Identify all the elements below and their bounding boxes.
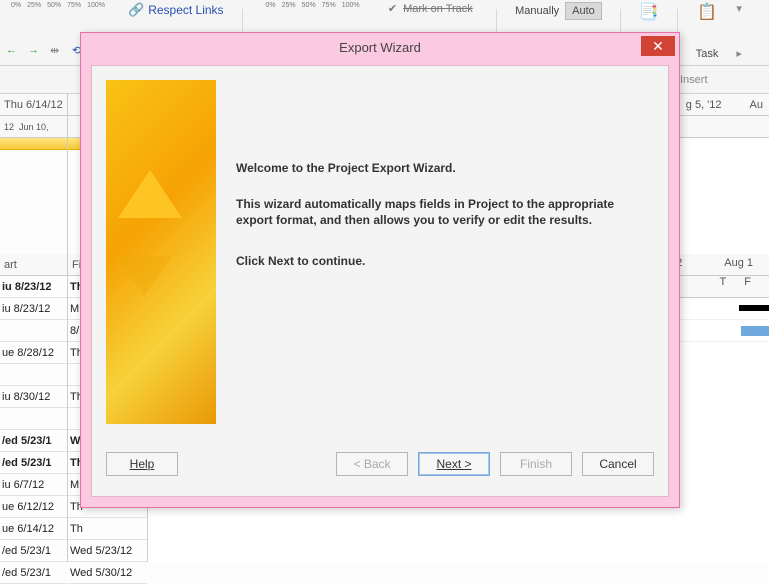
date-cell[interactable]: /ed 5/23/1 bbox=[0, 452, 67, 474]
arrow-right-icon[interactable]: → bbox=[28, 44, 44, 60]
more-group: ▾ ▸ bbox=[736, 2, 742, 60]
date-cell[interactable]: ue 8/28/12 bbox=[0, 342, 67, 364]
wizard-text: Welcome to the Project Export Wizard. Th… bbox=[236, 80, 654, 436]
chevron-right-icon[interactable]: ▸ bbox=[736, 47, 742, 60]
wizard-image bbox=[106, 80, 216, 424]
date-cell[interactable] bbox=[0, 320, 67, 342]
date-cell[interactable]: Wed 5/30/12 bbox=[68, 562, 147, 584]
close-icon: ✕ bbox=[652, 37, 664, 55]
dialog-body: Welcome to the Project Export Wizard. Th… bbox=[91, 65, 669, 497]
date-cell[interactable]: iu 8/23/12 bbox=[0, 276, 67, 298]
date-cell[interactable]: Wed 5/23/12 bbox=[68, 540, 147, 562]
wizard-description: This wizard automatically maps fields in… bbox=[236, 196, 654, 228]
help-button[interactable]: Help bbox=[106, 452, 178, 476]
date-cell[interactable]: iu 6/7/12 bbox=[0, 474, 67, 496]
next-button[interactable]: Next > bbox=[418, 452, 490, 476]
date-cell[interactable]: /ed 5/23/1 bbox=[0, 430, 67, 452]
date-cell[interactable]: /ed 5/23/1 bbox=[0, 540, 67, 562]
date-cell[interactable]: /ed 5/23/1 bbox=[0, 562, 67, 584]
date-cell[interactable]: iu 8/30/12 bbox=[0, 386, 67, 408]
chain-icon[interactable]: 🔗 bbox=[128, 2, 144, 18]
date-cell[interactable]: Th bbox=[68, 518, 147, 540]
auto-button[interactable]: Auto bbox=[565, 2, 602, 20]
chevron-down-icon[interactable]: ▾ bbox=[736, 2, 742, 15]
zoom-label: 0% bbox=[11, 2, 21, 9]
wizard-welcome: Welcome to the Project Export Wizard. bbox=[236, 160, 654, 176]
date-cell[interactable] bbox=[0, 364, 67, 386]
start-column: Thu 6/14/12 12 Jun 10, art iu 8/23/12 iu… bbox=[0, 94, 68, 562]
gantt-bar bbox=[0, 138, 67, 150]
arrow-left-icon[interactable]: ← bbox=[6, 44, 22, 60]
manually-button[interactable]: Manually bbox=[515, 5, 559, 17]
dialog-button-row: Help < Back Next > Finish Cancel bbox=[106, 452, 654, 476]
column-header-start[interactable]: art bbox=[0, 254, 67, 276]
date-cell[interactable]: ue 6/12/12 bbox=[0, 496, 67, 518]
task-bar bbox=[741, 326, 769, 336]
calendar-icon[interactable]: 📑 bbox=[639, 2, 659, 22]
check-icon[interactable]: ✔ bbox=[388, 2, 397, 15]
date-cell[interactable] bbox=[0, 408, 67, 430]
timeline-header: Thu 6/14/12 bbox=[0, 94, 67, 116]
wizard-click-next: Click Next to continue. bbox=[236, 253, 654, 269]
date-cell[interactable]: ue 6/14/12 bbox=[0, 518, 67, 540]
date-cell[interactable]: iu 8/23/12 bbox=[0, 298, 67, 320]
task-group: 📋 Task bbox=[696, 2, 719, 60]
close-button[interactable]: ✕ bbox=[641, 36, 675, 56]
finish-button: Finish bbox=[500, 452, 572, 476]
back-button: < Back bbox=[336, 452, 408, 476]
export-wizard-dialog: Export Wizard ✕ Welcome to the Project E… bbox=[80, 32, 680, 508]
split-icon[interactable]: ⇹ bbox=[50, 44, 66, 60]
dialog-titlebar[interactable]: Export Wizard ✕ bbox=[81, 33, 679, 61]
cancel-button[interactable]: Cancel bbox=[582, 452, 654, 476]
summary-bar bbox=[739, 305, 769, 311]
dialog-title: Export Wizard bbox=[339, 40, 421, 55]
clipboard-icon[interactable]: 📋 bbox=[697, 2, 717, 22]
